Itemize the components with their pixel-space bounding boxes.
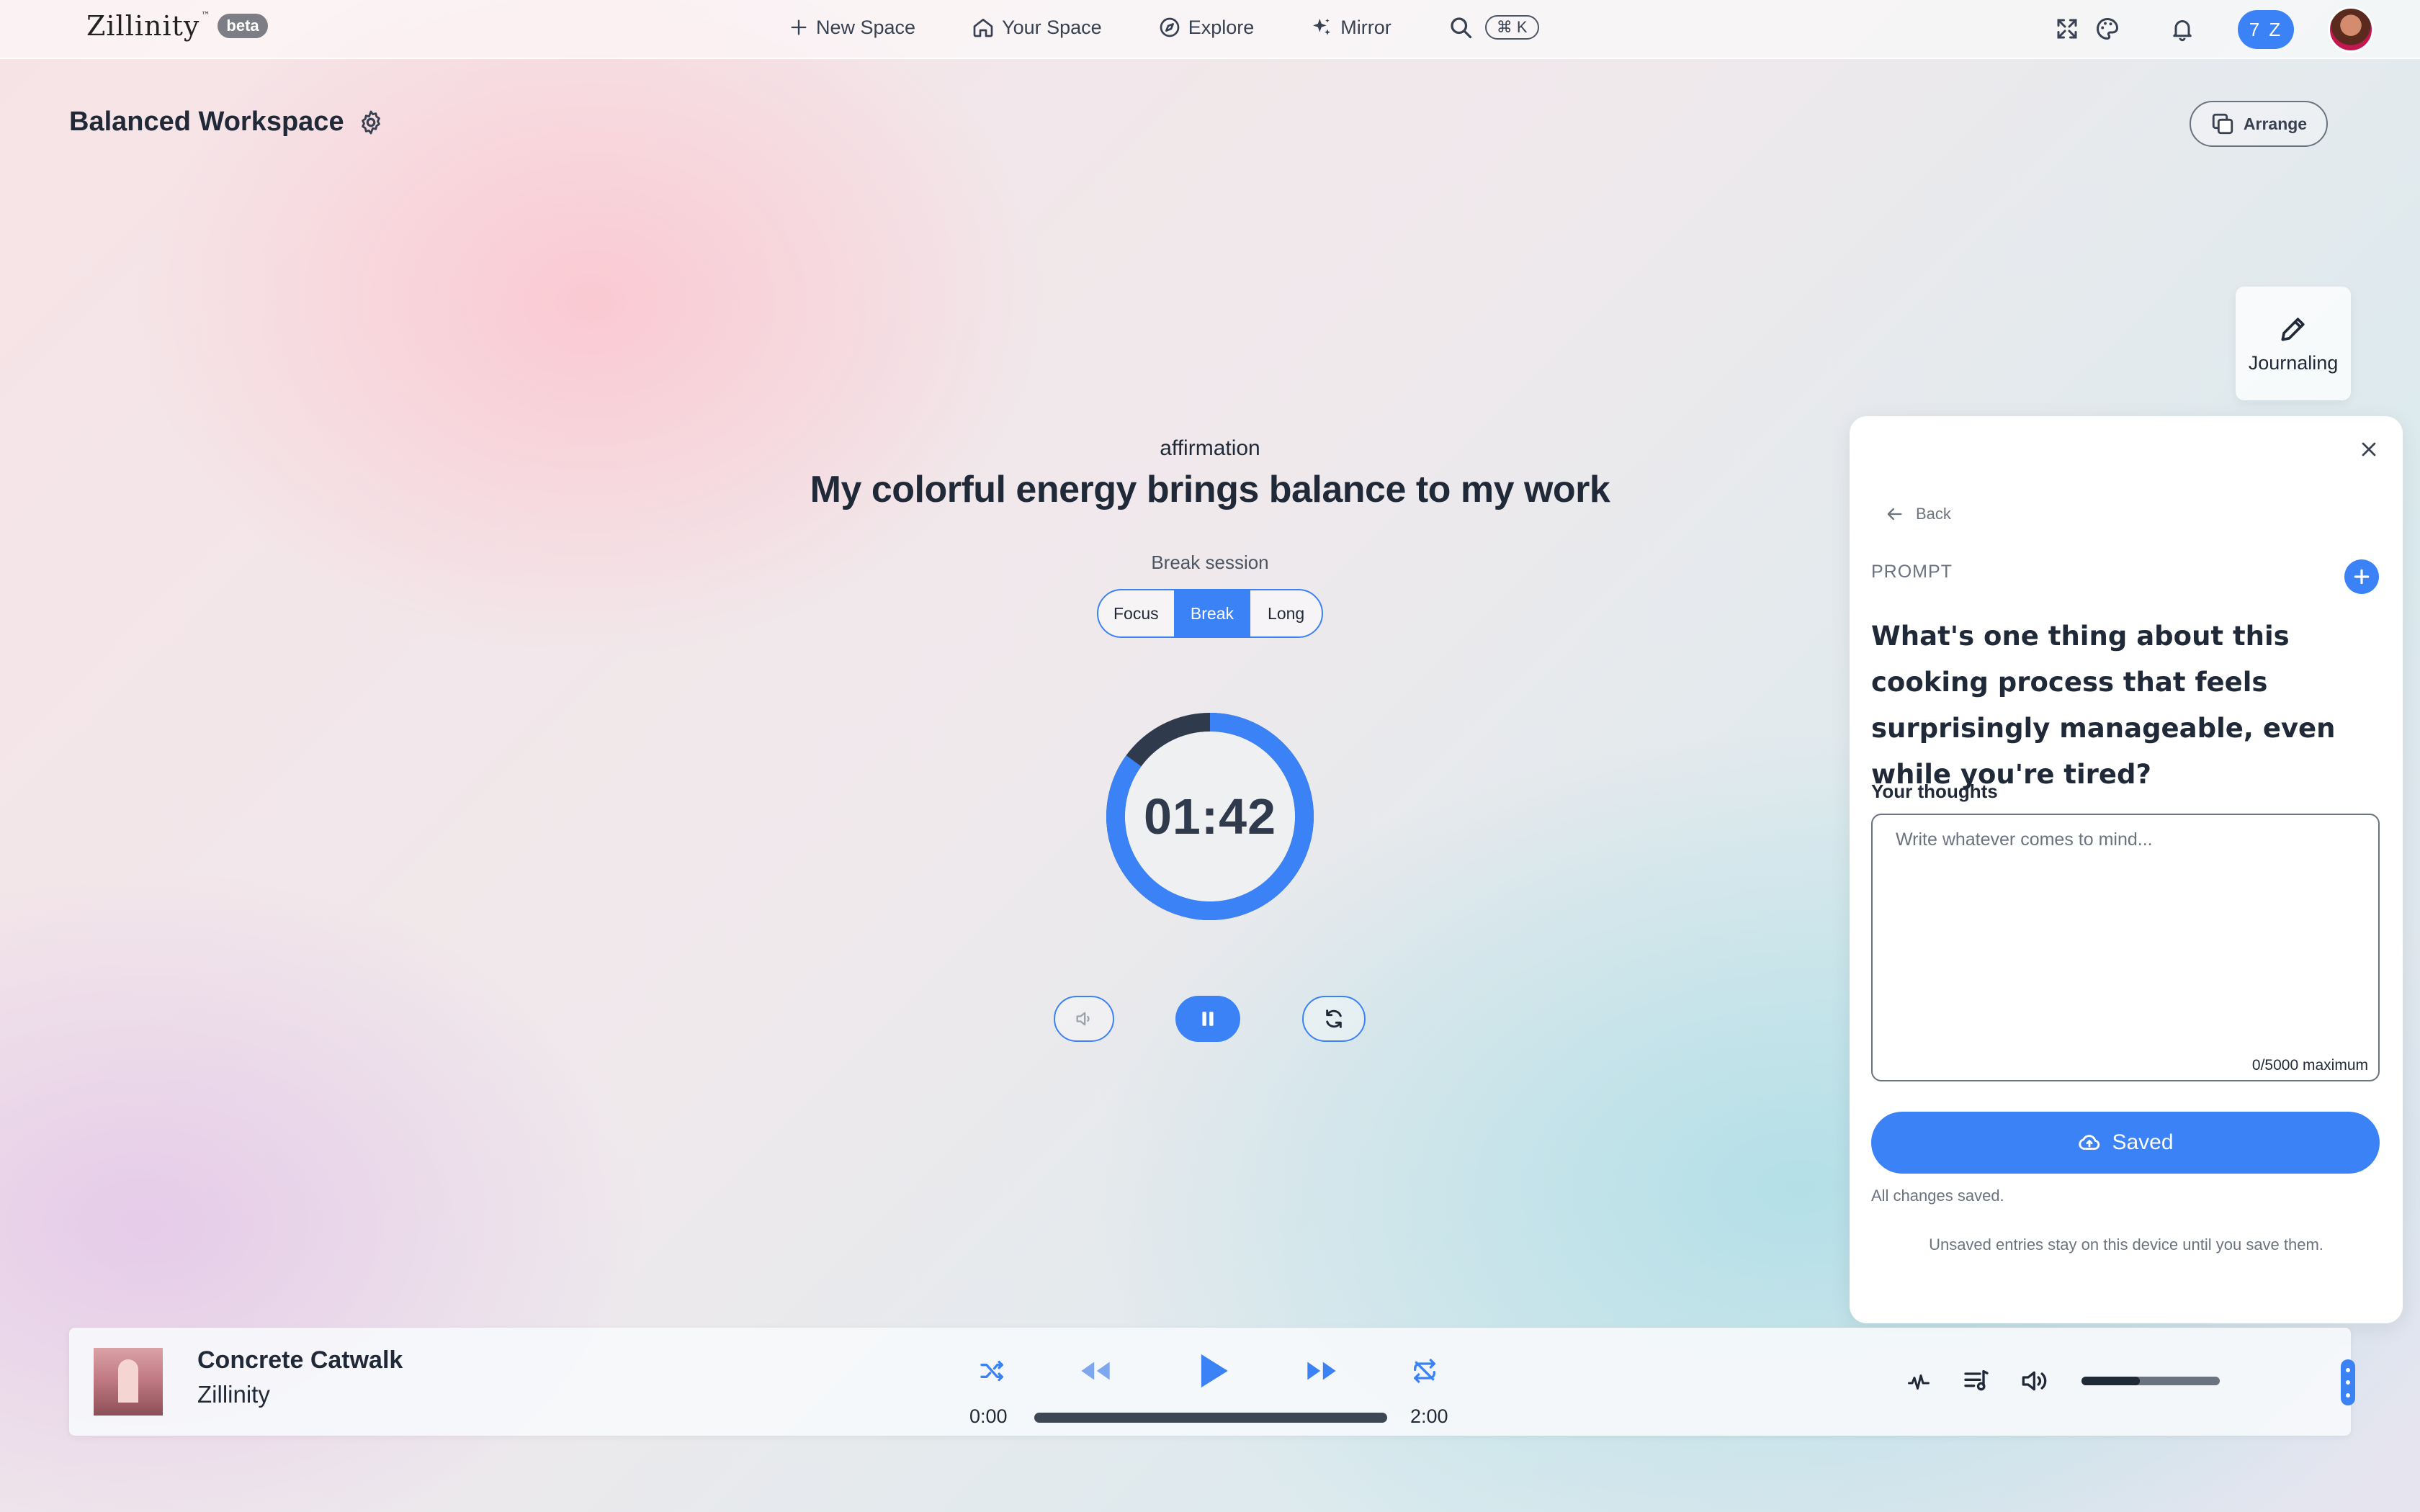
gear-icon[interactable] [357, 109, 385, 136]
volume-icon[interactable] [2020, 1367, 2051, 1395]
play-icon[interactable] [1193, 1349, 1233, 1392]
beta-badge: beta [218, 14, 268, 38]
arrange-label: Arrange [2243, 114, 2308, 133]
search-button[interactable]: ⌘ K [1448, 14, 1539, 40]
mute-button[interactable] [1054, 996, 1114, 1042]
more-options-button[interactable] [2341, 1359, 2355, 1405]
arrow-left-icon [1887, 508, 1902, 521]
speaker-icon [1076, 1012, 1090, 1026]
new-prompt-button[interactable] [2344, 559, 2379, 594]
compass-icon [1160, 17, 1180, 37]
dot [2346, 1367, 2350, 1372]
playlist-icon[interactable] [1962, 1367, 1991, 1395]
back-button[interactable]: Back [1884, 504, 1951, 524]
time-current: 0:00 [969, 1405, 1008, 1427]
session-mode-toggle: Focus Break Long [1097, 589, 1323, 638]
dot [2346, 1380, 2350, 1385]
close-icon[interactable] [2357, 438, 2380, 461]
arrange-button[interactable]: Arrange [2190, 101, 2328, 147]
dot [2346, 1392, 2350, 1398]
nav-your-space[interactable]: Your Space [972, 16, 1102, 39]
thoughts-textarea[interactable] [1896, 829, 2355, 1066]
layers-icon [2212, 113, 2233, 135]
nav-mirror-label: Mirror [1340, 16, 1392, 38]
prompt-question: What's one thing about this cooking proc… [1871, 621, 2336, 790]
search-icon [1451, 17, 1471, 39]
avatar[interactable] [2328, 6, 2374, 53]
sparkle-icon [1313, 19, 1331, 35]
save-button-label: Saved [2112, 1130, 2174, 1154]
main-nav: New Space Your Space Explore Mirror ⌘ K [789, 14, 1539, 40]
fast-forward-icon[interactable] [1304, 1355, 1340, 1387]
volume-slider[interactable] [2081, 1377, 2220, 1385]
track-title: Concrete Catwalk [197, 1346, 403, 1374]
plus-icon [791, 19, 807, 35]
nav-new-space[interactable]: New Space [789, 17, 915, 39]
thoughts-label: Your thoughts [1871, 780, 1998, 802]
unsaved-notice: Unsaved entries stay on this device unti… [1929, 1236, 2323, 1254]
mode-long-button[interactable]: Long [1249, 590, 1322, 636]
thoughts-field-container: 0/5000 maximum [1871, 814, 2380, 1081]
repeat-icon[interactable] [1410, 1356, 1439, 1385]
cloud-icon [2079, 1135, 2100, 1150]
brand-name: Zillinity ™ [86, 10, 211, 42]
palette-icon[interactable] [2094, 16, 2120, 42]
journaling-panel: Back PROMPT What's one thing about this … [1850, 416, 2403, 1323]
nav-mirror[interactable]: Mirror [1310, 16, 1392, 39]
nav-explore-label: Explore [1188, 16, 1255, 38]
user-initials-badge[interactable]: 7 Z [2238, 10, 2294, 49]
fullscreen-icon[interactable] [2054, 16, 2080, 42]
volume-slider-fill [2081, 1377, 2140, 1385]
shuffle-icon[interactable] [978, 1356, 1007, 1385]
back-label: Back [1916, 505, 1951, 523]
workspace-title: Balanced Workspace [69, 107, 344, 137]
pause-icon [1202, 1012, 1214, 1026]
brand-logo[interactable]: Zillinity ™ beta [86, 10, 268, 42]
journaling-tab[interactable]: Journaling [2236, 287, 2351, 400]
char-counter: 0/5000 maximum [2251, 1057, 2368, 1074]
music-player: Concrete Catwalk Zillinity 0:00 2:00 [69, 1328, 2355, 1436]
mode-break-button[interactable]: Break [1175, 590, 1250, 636]
affirmation-text: My colorful energy brings balance to my … [810, 469, 1610, 510]
save-button[interactable]: Saved [1871, 1112, 2380, 1174]
nav-your-space-label: Your Space [1002, 16, 1102, 38]
pen-icon [2281, 317, 2305, 341]
rewind-icon[interactable] [1077, 1355, 1113, 1387]
time-total: 2:00 [1410, 1405, 1448, 1427]
workspace-header: Balanced Workspace [69, 107, 385, 138]
affirmation-label: affirmation [1160, 436, 1260, 460]
reset-button[interactable] [1302, 996, 1366, 1042]
nav-explore[interactable]: Explore [1158, 16, 1255, 39]
search-shortcut-badge: ⌘ K [1484, 15, 1539, 40]
journaling-tab-label: Journaling [2248, 351, 2339, 374]
plus-icon [2354, 569, 2370, 585]
track-progress-bar[interactable] [1034, 1413, 1387, 1423]
mode-focus-button[interactable]: Focus [1098, 590, 1175, 636]
nav-new-space-label: New Space [816, 16, 916, 38]
waveform-icon[interactable] [1906, 1368, 1932, 1394]
timer-display: 01:42 [1143, 788, 1277, 845]
track-artist: Zillinity [197, 1381, 270, 1408]
bell-icon[interactable] [2169, 16, 2195, 42]
prompt-label: PROMPT [1871, 562, 1953, 582]
home-icon [973, 19, 993, 37]
pause-button[interactable] [1175, 996, 1240, 1042]
session-label: Break session [1151, 552, 1269, 573]
refresh-icon [1326, 1009, 1342, 1028]
saved-status: All changes saved. [1871, 1187, 2004, 1205]
album-cover [94, 1348, 163, 1416]
top-navigation-bar: Zillinity ™ beta New Space Your Space Exp… [0, 0, 2420, 59]
